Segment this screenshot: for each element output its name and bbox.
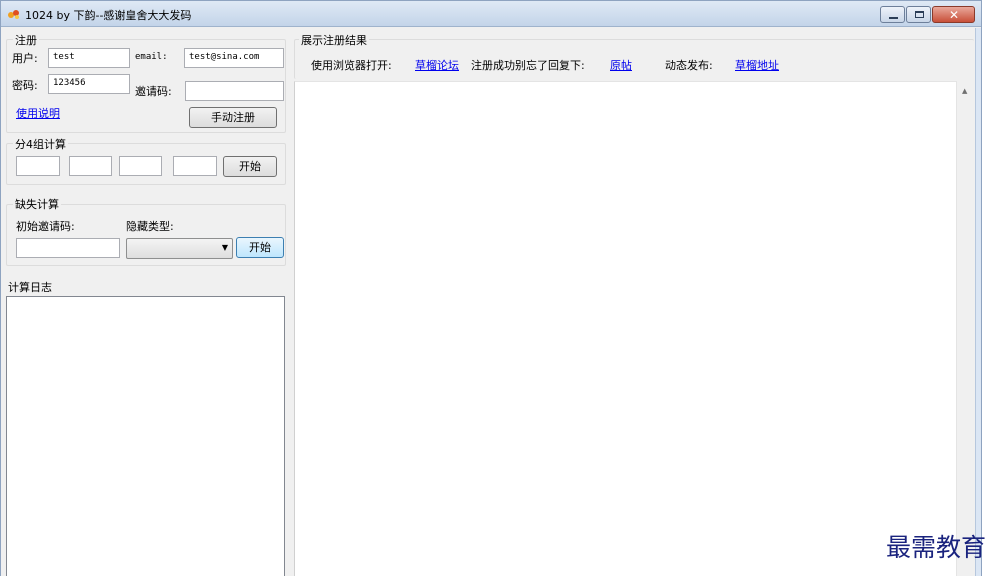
email-label: email:: [135, 52, 168, 62]
missing-calc-group-label: 缺失计算: [13, 196, 61, 212]
split-field-2[interactable]: [69, 156, 112, 176]
missing-start-button[interactable]: 开始: [236, 237, 284, 258]
hidden-type-label: 隐藏类型:: [126, 220, 174, 233]
chevron-down-icon: ▼: [221, 243, 228, 252]
split-field-3[interactable]: [119, 156, 162, 176]
results-group-label: 展示注册结果: [299, 32, 369, 48]
initial-invite-input[interactable]: [16, 238, 120, 258]
log-textarea[interactable]: [6, 296, 285, 576]
help-link[interactable]: 使用说明: [16, 105, 60, 121]
results-group: [294, 39, 974, 79]
scroll-up-icon[interactable]: ▲: [962, 87, 967, 95]
address-link[interactable]: 草榴地址: [735, 57, 779, 73]
open-with-label: 使用浏览器打开:: [311, 59, 392, 72]
main-window: 1024 by 下韵--感谢皇舍大大发码 ✕ 注册 用户: test email…: [0, 0, 982, 576]
hidden-type-select[interactable]: ▼: [126, 238, 233, 259]
log-label: 计算日志: [8, 281, 52, 294]
password-label: 密码:: [12, 79, 38, 92]
window-right-frame: [975, 28, 981, 576]
minimize-icon: [889, 17, 898, 19]
watermark-text: 最需教育: [886, 533, 987, 562]
initial-invite-label: 初始邀请码:: [16, 220, 75, 233]
reply-label: 注册成功别忘了回复下:: [471, 59, 585, 72]
browser-view[interactable]: [294, 81, 956, 576]
manual-register-button[interactable]: 手动注册: [189, 107, 277, 128]
title-bar: 1024 by 下韵--感谢皇舍大大发码 ✕: [1, 1, 981, 27]
invite-input[interactable]: [185, 81, 284, 101]
invite-label: 邀请码:: [135, 85, 172, 98]
close-icon: ✕: [949, 8, 960, 22]
split-field-1[interactable]: [16, 156, 60, 176]
app-icon: [8, 10, 19, 19]
maximize-button[interactable]: [906, 6, 931, 23]
user-input[interactable]: test: [48, 48, 130, 68]
user-label: 用户:: [12, 52, 38, 65]
vertical-scrollbar[interactable]: ▲: [956, 81, 973, 576]
password-input[interactable]: 123456: [48, 74, 130, 94]
window-title: 1024 by 下韵--感谢皇舍大大发码: [25, 9, 192, 22]
close-button[interactable]: ✕: [932, 6, 975, 23]
split-field-4[interactable]: [173, 156, 217, 176]
email-input[interactable]: test@sina.com: [184, 48, 284, 68]
minimize-button[interactable]: [880, 6, 905, 23]
split-start-button[interactable]: 开始: [223, 156, 277, 177]
original-post-link[interactable]: 原帖: [610, 57, 632, 73]
dynamic-label: 动态发布:: [665, 59, 713, 72]
split-calc-group-label: 分4组计算: [13, 136, 68, 152]
maximize-icon: [915, 11, 924, 18]
register-group-label: 注册: [13, 32, 39, 48]
forum-link[interactable]: 草榴论坛: [415, 57, 459, 73]
